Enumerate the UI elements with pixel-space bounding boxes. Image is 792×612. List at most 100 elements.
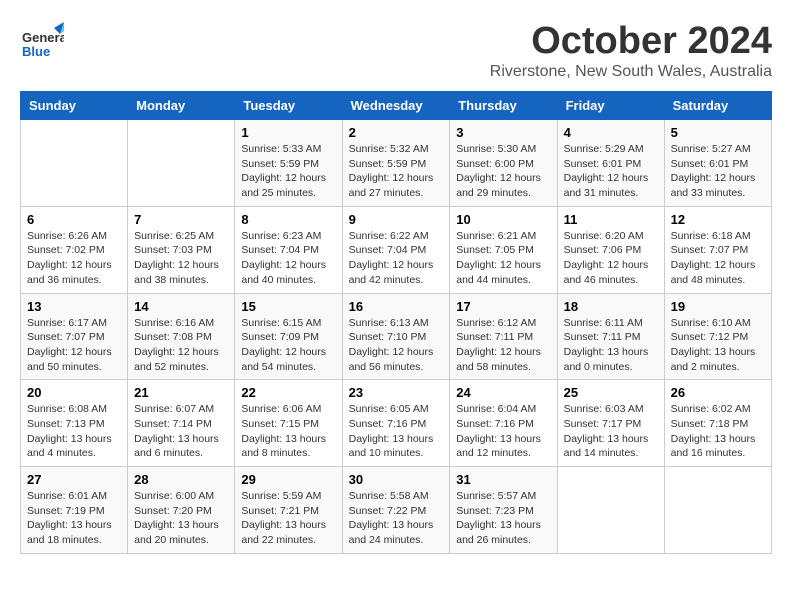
cell-content: Sunrise: 6:05 AM Sunset: 7:16 PM Dayligh…	[349, 402, 444, 461]
cell-content: Sunrise: 6:01 AM Sunset: 7:19 PM Dayligh…	[27, 489, 121, 548]
calendar-week-5: 27 Sunrise: 6:01 AM Sunset: 7:19 PM Dayli…	[21, 467, 772, 554]
day-number: 26	[671, 385, 765, 400]
day-number: 12	[671, 212, 765, 227]
day-header-friday: Friday	[557, 92, 664, 120]
calendar-cell: 13 Sunrise: 6:17 AM Sunset: 7:07 PM Dayli…	[21, 293, 128, 380]
calendar-cell	[128, 120, 235, 207]
cell-content: Sunrise: 6:08 AM Sunset: 7:13 PM Dayligh…	[27, 402, 121, 461]
cell-content: Sunrise: 5:58 AM Sunset: 7:22 PM Dayligh…	[349, 489, 444, 548]
cell-content: Sunrise: 5:33 AM Sunset: 5:59 PM Dayligh…	[241, 142, 335, 201]
day-header-sunday: Sunday	[21, 92, 128, 120]
calendar-week-1: 1 Sunrise: 5:33 AM Sunset: 5:59 PM Daylig…	[21, 120, 772, 207]
cell-content: Sunrise: 6:06 AM Sunset: 7:15 PM Dayligh…	[241, 402, 335, 461]
day-number: 7	[134, 212, 228, 227]
cell-content: Sunrise: 6:11 AM Sunset: 7:11 PM Dayligh…	[564, 316, 658, 375]
svg-text:General: General	[22, 30, 64, 45]
calendar-cell: 19 Sunrise: 6:10 AM Sunset: 7:12 PM Dayli…	[664, 293, 771, 380]
cell-content: Sunrise: 6:20 AM Sunset: 7:06 PM Dayligh…	[564, 229, 658, 288]
cell-content: Sunrise: 6:04 AM Sunset: 7:16 PM Dayligh…	[456, 402, 550, 461]
cell-content: Sunrise: 6:25 AM Sunset: 7:03 PM Dayligh…	[134, 229, 228, 288]
day-number: 17	[456, 299, 550, 314]
day-number: 1	[241, 125, 335, 140]
day-number: 8	[241, 212, 335, 227]
day-number: 24	[456, 385, 550, 400]
day-header-saturday: Saturday	[664, 92, 771, 120]
day-number: 30	[349, 472, 444, 487]
location: Riverstone, New South Wales, Australia	[490, 63, 772, 81]
calendar-cell: 25 Sunrise: 6:03 AM Sunset: 7:17 PM Dayli…	[557, 380, 664, 467]
calendar-cell: 17 Sunrise: 6:12 AM Sunset: 7:11 PM Dayli…	[450, 293, 557, 380]
calendar-cell: 15 Sunrise: 6:15 AM Sunset: 7:09 PM Dayli…	[235, 293, 342, 380]
calendar-cell: 6 Sunrise: 6:26 AM Sunset: 7:02 PM Daylig…	[21, 206, 128, 293]
calendar-cell: 22 Sunrise: 6:06 AM Sunset: 7:15 PM Dayli…	[235, 380, 342, 467]
day-number: 28	[134, 472, 228, 487]
page-header: General Blue October 2024 Riverstone, Ne…	[20, 20, 772, 81]
day-number: 11	[564, 212, 658, 227]
svg-text:Blue: Blue	[22, 44, 50, 59]
calendar-header-row: SundayMondayTuesdayWednesdayThursdayFrid…	[21, 92, 772, 120]
calendar-cell: 27 Sunrise: 6:01 AM Sunset: 7:19 PM Dayli…	[21, 467, 128, 554]
cell-content: Sunrise: 6:17 AM Sunset: 7:07 PM Dayligh…	[27, 316, 121, 375]
calendar-cell: 7 Sunrise: 6:25 AM Sunset: 7:03 PM Daylig…	[128, 206, 235, 293]
calendar-cell: 11 Sunrise: 6:20 AM Sunset: 7:06 PM Dayli…	[557, 206, 664, 293]
calendar-cell: 21Sunrise: 6:07 AM Sunset: 7:14 PM Dayli…	[128, 380, 235, 467]
calendar-cell	[664, 467, 771, 554]
calendar-cell: 3Sunrise: 5:30 AM Sunset: 6:00 PM Daylig…	[450, 120, 557, 207]
cell-content: Sunrise: 6:03 AM Sunset: 7:17 PM Dayligh…	[564, 402, 658, 461]
calendar-cell: 16Sunrise: 6:13 AM Sunset: 7:10 PM Dayli…	[342, 293, 450, 380]
calendar-cell: 2Sunrise: 5:32 AM Sunset: 5:59 PM Daylig…	[342, 120, 450, 207]
calendar-cell: 12 Sunrise: 6:18 AM Sunset: 7:07 PM Dayli…	[664, 206, 771, 293]
calendar-cell: 10 Sunrise: 6:21 AM Sunset: 7:05 PM Dayli…	[450, 206, 557, 293]
cell-content: Sunrise: 6:18 AM Sunset: 7:07 PM Dayligh…	[671, 229, 765, 288]
cell-content: Sunrise: 6:16 AM Sunset: 7:08 PM Dayligh…	[134, 316, 228, 375]
cell-content: Sunrise: 5:32 AM Sunset: 5:59 PM Dayligh…	[349, 142, 444, 201]
day-number: 20	[27, 385, 121, 400]
day-number: 19	[671, 299, 765, 314]
title-area: October 2024 Riverstone, New South Wales…	[490, 20, 772, 81]
calendar-cell: 8 Sunrise: 6:23 AM Sunset: 7:04 PM Daylig…	[235, 206, 342, 293]
calendar-cell: 28 Sunrise: 6:00 AM Sunset: 7:20 PM Dayli…	[128, 467, 235, 554]
day-header-wednesday: Wednesday	[342, 92, 450, 120]
day-number: 27	[27, 472, 121, 487]
day-number: 6	[27, 212, 121, 227]
calendar-cell: 23 Sunrise: 6:05 AM Sunset: 7:16 PM Dayli…	[342, 380, 450, 467]
day-number: 16	[349, 299, 444, 314]
cell-content: Sunrise: 5:59 AM Sunset: 7:21 PM Dayligh…	[241, 489, 335, 548]
cell-content: Sunrise: 6:00 AM Sunset: 7:20 PM Dayligh…	[134, 489, 228, 548]
day-number: 18	[564, 299, 658, 314]
calendar-cell: 24 Sunrise: 6:04 AM Sunset: 7:16 PM Dayli…	[450, 380, 557, 467]
day-number: 25	[564, 385, 658, 400]
cell-content: Sunrise: 6:26 AM Sunset: 7:02 PM Dayligh…	[27, 229, 121, 288]
day-number: 23	[349, 385, 444, 400]
calendar-week-4: 20 Sunrise: 6:08 AM Sunset: 7:13 PM Dayli…	[21, 380, 772, 467]
calendar-cell: 20 Sunrise: 6:08 AM Sunset: 7:13 PM Dayli…	[21, 380, 128, 467]
day-number: 9	[349, 212, 444, 227]
calendar-cell	[21, 120, 128, 207]
calendar-week-3: 13 Sunrise: 6:17 AM Sunset: 7:07 PM Dayli…	[21, 293, 772, 380]
cell-content: Sunrise: 5:27 AM Sunset: 6:01 PM Dayligh…	[671, 142, 765, 201]
day-number: 15	[241, 299, 335, 314]
calendar-cell: 18 Sunrise: 6:11 AM Sunset: 7:11 PM Dayli…	[557, 293, 664, 380]
cell-content: Sunrise: 6:07 AM Sunset: 7:14 PM Dayligh…	[134, 402, 228, 461]
cell-content: Sunrise: 6:10 AM Sunset: 7:12 PM Dayligh…	[671, 316, 765, 375]
cell-content: Sunrise: 6:23 AM Sunset: 7:04 PM Dayligh…	[241, 229, 335, 288]
day-number: 22	[241, 385, 335, 400]
cell-content: Sunrise: 5:30 AM Sunset: 6:00 PM Dayligh…	[456, 142, 550, 201]
cell-content: Sunrise: 5:57 AM Sunset: 7:23 PM Dayligh…	[456, 489, 550, 548]
day-number: 13	[27, 299, 121, 314]
calendar-cell: 26Sunrise: 6:02 AM Sunset: 7:18 PM Dayli…	[664, 380, 771, 467]
day-number: 4	[564, 125, 658, 140]
calendar-table: SundayMondayTuesdayWednesdayThursdayFrid…	[20, 91, 772, 554]
day-number: 5	[671, 125, 765, 140]
calendar-cell	[557, 467, 664, 554]
day-header-tuesday: Tuesday	[235, 92, 342, 120]
cell-content: Sunrise: 6:21 AM Sunset: 7:05 PM Dayligh…	[456, 229, 550, 288]
cell-content: Sunrise: 6:15 AM Sunset: 7:09 PM Dayligh…	[241, 316, 335, 375]
calendar-cell: 30 Sunrise: 5:58 AM Sunset: 7:22 PM Dayli…	[342, 467, 450, 554]
day-number: 10	[456, 212, 550, 227]
day-header-thursday: Thursday	[450, 92, 557, 120]
cell-content: Sunrise: 6:12 AM Sunset: 7:11 PM Dayligh…	[456, 316, 550, 375]
logo-icon: General Blue	[20, 20, 64, 64]
calendar-cell: 1 Sunrise: 5:33 AM Sunset: 5:59 PM Daylig…	[235, 120, 342, 207]
day-header-monday: Monday	[128, 92, 235, 120]
